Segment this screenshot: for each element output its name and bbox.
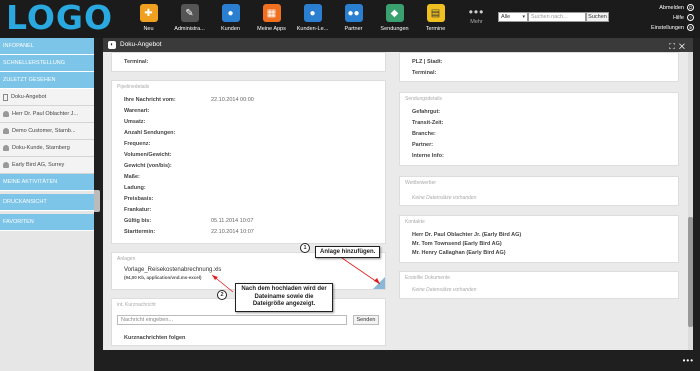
callout-number-2: 2 <box>217 290 227 300</box>
callout-upload-info: Nach dem hochladen wird der Dateiname so… <box>235 283 333 312</box>
callout-arrow-1 <box>341 257 381 285</box>
callout-add-attachment: Anlage hinzufügen. <box>315 246 381 258</box>
callout-number-1: 1 <box>300 243 310 253</box>
callout-arrowhead-1 <box>374 278 380 284</box>
more-options-icon[interactable]: ••• <box>683 356 694 365</box>
callout-arrows <box>211 257 381 293</box>
